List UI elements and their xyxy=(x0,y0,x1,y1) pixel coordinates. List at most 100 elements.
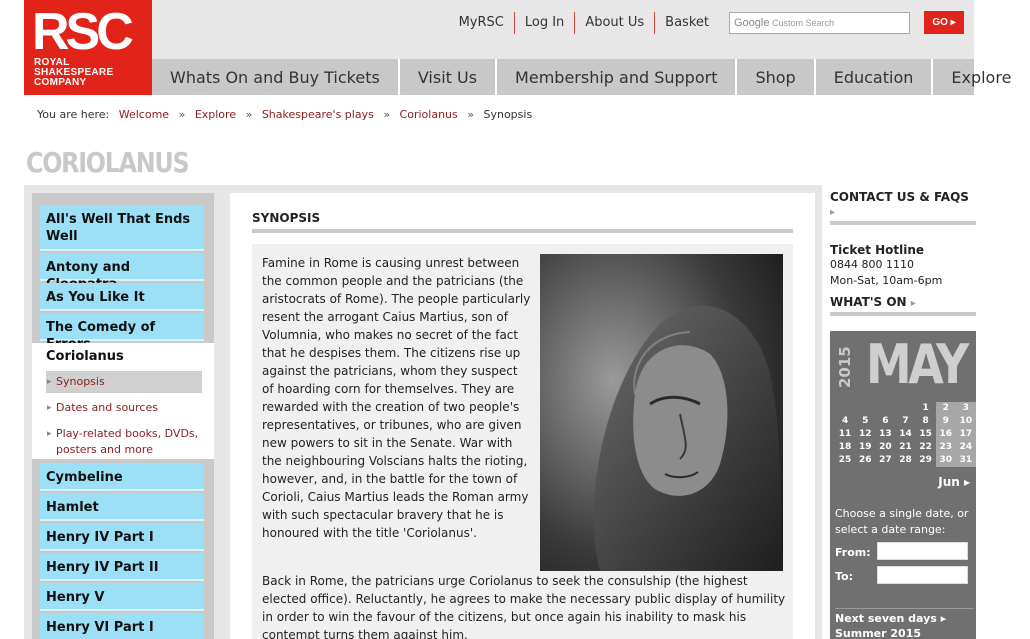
nav-whats-on[interactable]: Whats On and Buy Tickets xyxy=(152,59,398,95)
sidebar-item-antony[interactable]: Antony and Cleopatra xyxy=(40,253,204,292)
search-input[interactable]: Google Custom Search xyxy=(729,12,910,34)
sidebar-item-henry-vi-1[interactable]: Henry VI Part I xyxy=(40,613,204,639)
cal-day[interactable]: 15 xyxy=(916,428,936,441)
cal-day[interactable]: 31 xyxy=(955,454,976,467)
cal-day[interactable]: 8 xyxy=(916,415,936,428)
cal-day[interactable]: 20 xyxy=(875,441,895,454)
about-us-link[interactable]: About Us xyxy=(574,12,654,34)
sidebar-item-comedy-of-errors[interactable]: The Comedy of Errors xyxy=(40,313,204,352)
sidebar-item-cymbeline[interactable]: Cymbeline xyxy=(40,463,204,491)
active-play-title[interactable]: Coriolanus xyxy=(32,347,214,367)
calendar-instructions: Choose a single date, or select a date r… xyxy=(835,507,969,536)
nav-explore[interactable]: Explore xyxy=(931,59,1029,95)
rsc-logo[interactable]: RSC ROYAL SHAKESPEARE COMPANY xyxy=(24,0,152,95)
cal-day[interactable]: 14 xyxy=(895,428,915,441)
cal-day[interactable]: 6 xyxy=(875,415,895,428)
plays-sidebar: All's Well That Ends Well Antony and Cle… xyxy=(32,193,214,639)
cal-day[interactable]: 29 xyxy=(916,454,936,467)
sidebar-item-as-you-like-it[interactable]: As You Like It xyxy=(40,283,204,311)
from-label: From: xyxy=(835,546,871,559)
to-label: To: xyxy=(835,570,853,583)
cal-day[interactable]: 17 xyxy=(955,428,976,441)
nav-visit-us[interactable]: Visit Us xyxy=(397,59,495,95)
sidebar-item-henry-iv-1[interactable]: Henry IV Part I xyxy=(40,523,204,551)
subnav-dates-sources[interactable]: Dates and sources xyxy=(46,397,202,419)
breadcrumb-coriolanus[interactable]: Coriolanus xyxy=(400,108,458,121)
main-nav: Whats On and Buy Tickets Visit Us Member… xyxy=(152,59,1011,95)
cal-day[interactable]: 27 xyxy=(875,454,895,467)
cal-day[interactable]: 11 xyxy=(835,428,855,441)
sidebar-item-henry-v[interactable]: Henry V xyxy=(40,583,204,611)
cal-day[interactable]: 5 xyxy=(855,415,875,428)
cal-day[interactable]: 16 xyxy=(935,428,956,441)
hotline-hours: Mon-Sat, 10am-6pm xyxy=(830,274,943,287)
nav-shop[interactable]: Shop xyxy=(735,59,813,95)
calendar-month: MAY xyxy=(866,333,969,396)
breadcrumb-prefix: You are here: xyxy=(37,108,110,121)
sidebar-item-henry-iv-2[interactable]: Henry IV Part II xyxy=(40,553,204,581)
cal-day[interactable]: 12 xyxy=(855,428,875,441)
hotline-title: Ticket Hotline xyxy=(830,243,925,257)
cal-day xyxy=(835,402,855,415)
calendar-year: 2015 xyxy=(836,346,854,388)
page-title: CORIOLANUS xyxy=(26,146,190,179)
calendar-widget: 2015 MAY 1 2 3 4 5 6 7 8 9 10 11 12 13 1… xyxy=(830,331,976,639)
search-placeholder: Custom Search xyxy=(772,18,835,28)
search-brand: Google xyxy=(734,17,770,29)
cal-day[interactable]: 26 xyxy=(855,454,875,467)
chevron-right-icon: ▸ xyxy=(910,298,916,309)
cal-day[interactable]: 2 xyxy=(935,402,956,415)
login-link[interactable]: Log In xyxy=(513,12,574,34)
cal-day[interactable]: 25 xyxy=(835,454,855,467)
search-go-button[interactable]: GO ▸ xyxy=(924,11,964,34)
cal-day[interactable]: 30 xyxy=(935,454,956,467)
sidebar-item-alls-well[interactable]: All's Well That Ends Well xyxy=(40,205,204,251)
hotline-number: 0844 800 1110 xyxy=(830,258,914,271)
next-seven-days-link[interactable]: Next seven days ▸ xyxy=(835,611,973,626)
cal-day[interactable]: 9 xyxy=(935,415,956,428)
from-date-input[interactable] xyxy=(877,542,968,560)
nav-membership[interactable]: Membership and Support xyxy=(495,59,735,95)
breadcrumb-welcome[interactable]: Welcome xyxy=(119,108,169,121)
subnav-books-dvds[interactable]: Play-related books, DVDs, posters and mo… xyxy=(46,423,202,461)
summer-2015-link[interactable]: Summer 2015 xyxy=(835,626,973,639)
cal-day[interactable]: 23 xyxy=(935,441,956,454)
cal-day xyxy=(895,402,915,415)
synopsis-paragraph-2: Back in Rome, the patricians urge Coriol… xyxy=(262,574,786,639)
logo-wordmark: RSC xyxy=(32,3,134,61)
basket-link[interactable]: Basket xyxy=(654,12,719,34)
sidebar-item-coriolanus: Coriolanus Synopsis Dates and sources Pl… xyxy=(32,343,214,459)
cal-day xyxy=(855,402,875,415)
cal-day[interactable]: 7 xyxy=(895,415,915,428)
breadcrumb: You are here: Welcome » Explore » Shakes… xyxy=(37,108,533,121)
cal-day[interactable]: 22 xyxy=(916,441,936,454)
cal-day[interactable]: 28 xyxy=(895,454,915,467)
subnav-synopsis[interactable]: Synopsis xyxy=(46,371,202,393)
contact-heading[interactable]: CONTACT US & FAQS ▸ xyxy=(830,190,976,225)
cal-day[interactable]: 19 xyxy=(855,441,875,454)
utility-nav: MyRSC Log In About Us Basket xyxy=(449,12,719,34)
sidebar-item-hamlet[interactable]: Hamlet xyxy=(40,493,204,521)
breadcrumb-plays[interactable]: Shakespeare's plays xyxy=(262,108,374,121)
cal-day[interactable]: 18 xyxy=(835,441,855,454)
myrsc-link[interactable]: MyRSC xyxy=(449,12,514,34)
breadcrumb-current: Synopsis xyxy=(483,108,533,121)
section-title: SYNOPSIS xyxy=(252,211,793,233)
cal-day[interactable]: 4 xyxy=(835,415,855,428)
coriolanus-photo xyxy=(540,254,783,571)
right-column: CONTACT US & FAQS ▸ Ticket Hotline 0844 … xyxy=(830,190,976,639)
chevron-right-icon: ▸ xyxy=(830,207,836,218)
cal-day[interactable]: 10 xyxy=(955,415,976,428)
calendar-next-month[interactable]: Jun ▸ xyxy=(938,475,970,489)
logo-subtitle: ROYAL SHAKESPEARE COMPANY xyxy=(34,57,114,88)
whatson-heading[interactable]: WHAT'S ON ▸ xyxy=(830,295,976,316)
cal-day[interactable]: 21 xyxy=(895,441,915,454)
to-date-input[interactable] xyxy=(877,566,968,584)
cal-day[interactable]: 24 xyxy=(955,441,976,454)
synopsis-paragraph-1: Famine in Rome is causing unrest between… xyxy=(262,256,531,540)
cal-day[interactable]: 3 xyxy=(955,402,976,415)
cal-day[interactable]: 13 xyxy=(875,428,895,441)
nav-education[interactable]: Education xyxy=(813,59,932,95)
breadcrumb-explore[interactable]: Explore xyxy=(195,108,236,121)
cal-day[interactable]: 1 xyxy=(916,402,936,415)
